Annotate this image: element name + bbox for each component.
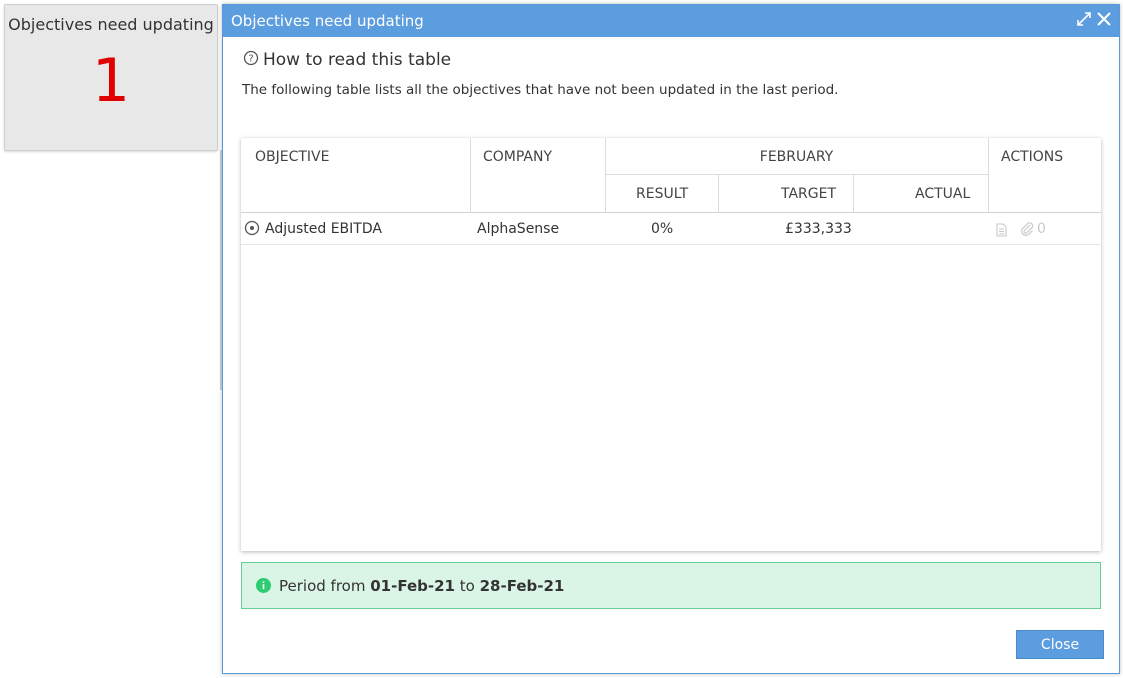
divider — [718, 175, 719, 213]
col-actions: ACTIONS — [1001, 149, 1064, 165]
modal-title: Objectives need updating — [231, 12, 424, 30]
period-info-bar: Period from 01-Feb-21 to 28-Feb-21 — [241, 562, 1101, 609]
col-target[interactable]: TARGET — [781, 186, 836, 202]
period-text: Period from 01-Feb-21 to 28-Feb-21 — [279, 577, 564, 595]
objectives-modal: Objectives need updating ? How to read t… — [222, 4, 1120, 674]
col-objective[interactable]: OBJECTIVE — [255, 149, 329, 165]
close-button[interactable]: Close — [1016, 630, 1104, 659]
col-period: FEBRUARY — [759, 149, 834, 165]
divider — [988, 138, 989, 213]
period-from: 01-Feb-21 — [370, 576, 455, 595]
objective-name[interactable]: Adjusted EBITDA — [265, 221, 382, 237]
divider — [853, 175, 854, 213]
divider — [605, 174, 988, 175]
col-company[interactable]: COMPANY — [483, 149, 552, 165]
objectives-widget[interactable]: Objectives need updating 1 — [4, 4, 218, 151]
period-middle: to — [459, 576, 475, 595]
paperclip-icon[interactable] — [1019, 221, 1035, 241]
period-to: 28-Feb-21 — [479, 576, 565, 595]
help-circle-icon: ? — [243, 50, 259, 70]
widget-title: Objectives need updating — [8, 15, 214, 34]
expand-icon[interactable] — [1075, 10, 1093, 28]
close-icon[interactable] — [1095, 10, 1113, 28]
period-prefix: Period from — [279, 576, 366, 595]
result-value: 0% — [651, 221, 674, 237]
modal-header: Objectives need updating — [223, 5, 1119, 37]
table-description: The following table lists all the object… — [242, 82, 839, 98]
objectives-table: OBJECTIVE COMPANY FEBRUARY RESULT TARGET… — [241, 138, 1101, 551]
how-to-read-title: How to read this table — [263, 50, 452, 70]
widget-count: 1 — [91, 46, 131, 116]
company-name: AlphaSense — [477, 221, 560, 237]
attachment-count: 0 — [1037, 221, 1046, 237]
table-row[interactable]: Adjusted EBITDA AlphaSense 0% £333,333 0 — [241, 213, 1101, 245]
target-value: £333,333 — [785, 221, 852, 237]
divider — [470, 138, 471, 213]
info-icon — [256, 578, 271, 593]
col-actual[interactable]: ACTUAL — [915, 186, 970, 202]
objective-target-icon[interactable] — [244, 220, 260, 240]
how-to-read[interactable]: ? How to read this table — [243, 50, 451, 70]
svg-text:?: ? — [248, 54, 253, 65]
document-icon[interactable] — [995, 222, 1008, 241]
col-result[interactable]: RESULT — [636, 186, 688, 202]
